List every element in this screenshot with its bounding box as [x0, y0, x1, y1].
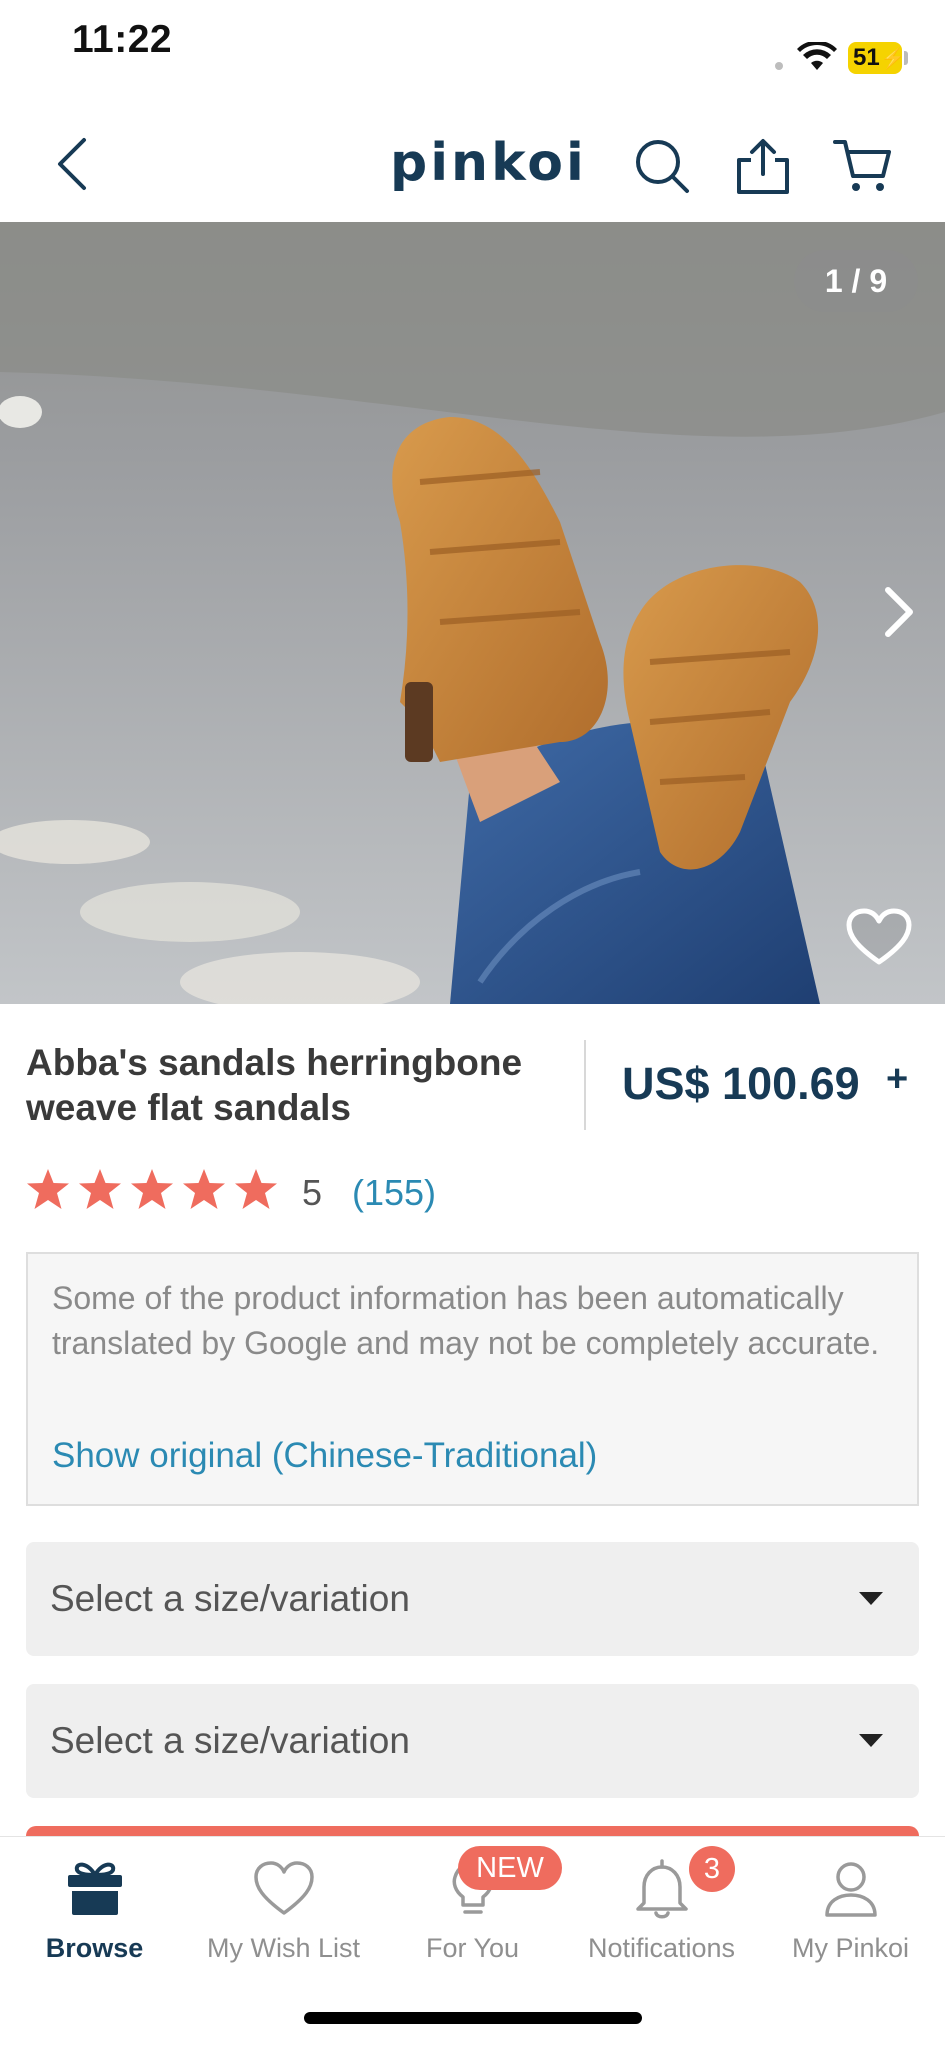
product-title: Abba's sandals herringbone weave flat sa… [26, 1042, 523, 1128]
battery-indicator: 51 ⚡ [848, 42, 906, 74]
notification-count-badge: 3 [689, 1846, 735, 1892]
reviews-count-link[interactable]: (155) [352, 1172, 436, 1214]
new-badge: NEW [458, 1846, 562, 1890]
chevron-right-icon[interactable] [878, 582, 922, 642]
tab-notifications-label: Notifications [587, 1933, 736, 1963]
rating-score: 5 [302, 1172, 323, 1213]
variation-select-2[interactable]: Select a size/variation [26, 1684, 919, 1798]
tab-my-pinkoi[interactable]: My Pinkoi [756, 1857, 945, 1967]
battery-cap [904, 51, 908, 65]
wifi-icon [797, 42, 837, 70]
charging-bolt-icon: ⚡ [880, 47, 906, 70]
heart-icon [253, 1861, 314, 1915]
share-icon[interactable] [733, 136, 793, 196]
tab-wish-list[interactable]: My Wish List [189, 1857, 378, 1967]
product-price: US$ 100.69 [622, 1058, 860, 1109]
caret-down-icon [859, 1734, 883, 1747]
star-icon [235, 1169, 277, 1209]
pinkoi-logo[interactable]: pinkoi [390, 133, 587, 193]
translation-notice: Some of the product information has been… [26, 1252, 919, 1506]
heart-icon[interactable] [846, 908, 912, 966]
status-dot [775, 62, 783, 70]
cart-icon[interactable] [833, 136, 893, 196]
search-icon[interactable] [632, 136, 692, 196]
rating-stars [26, 1168, 278, 1210]
title-price-divider [584, 1040, 586, 1130]
variation-select-label: Select a size/variation [50, 1720, 410, 1761]
product-photo [0, 222, 945, 1004]
star-icon [131, 1169, 173, 1209]
star-icon [27, 1169, 69, 1209]
star-icon [79, 1169, 121, 1209]
tab-browse-label: Browse [45, 1933, 144, 1963]
translation-notice-text: Some of the product information has been… [52, 1280, 880, 1361]
tab-wish-list-label: My Wish List [206, 1933, 360, 1963]
back-icon[interactable] [52, 134, 92, 194]
status-time: 11:22 [72, 18, 173, 61]
home-indicator[interactable] [304, 2012, 642, 2024]
variation-select-label: Select a size/variation [50, 1578, 410, 1619]
product-image[interactable] [0, 222, 945, 1004]
variation-select-1[interactable]: Select a size/variation [26, 1542, 919, 1656]
tab-browse[interactable]: Browse [0, 1857, 189, 1967]
person-icon [824, 1862, 877, 1917]
battery-level: 51 [853, 44, 880, 71]
bell-icon [635, 1859, 688, 1919]
show-original-link[interactable]: Show original (Chinese-Traditional) [52, 1436, 597, 1476]
caret-down-icon [859, 1592, 883, 1605]
image-counter: 1 / 9 [794, 250, 918, 312]
gift-icon [67, 1862, 122, 1915]
tab-my-pinkoi-label: My Pinkoi [791, 1933, 910, 1963]
price-more-button[interactable]: + [886, 1058, 908, 1101]
star-icon [183, 1169, 225, 1209]
tab-for-you-label: For You [425, 1933, 520, 1963]
